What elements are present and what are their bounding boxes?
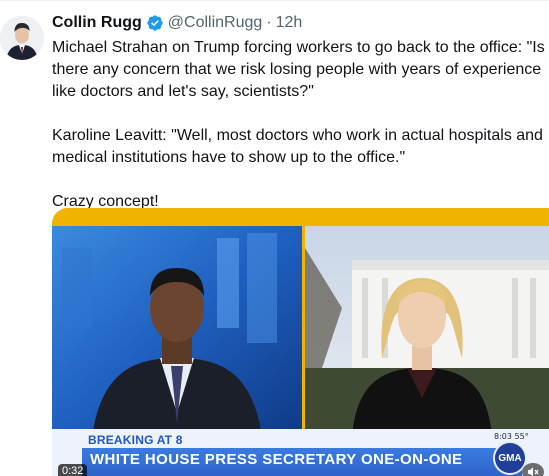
mute-icon[interactable]: [522, 463, 544, 476]
divider: [0, 0, 549, 1]
lower-third: BREAKING AT 8 8:03 55° WHITE HOUSE PRESS…: [52, 429, 549, 476]
display-name[interactable]: Collin Rugg: [52, 14, 142, 32]
avatar[interactable]: [0, 16, 44, 60]
tweet-paragraph-1: Michael Strahan on Trump forcing workers…: [52, 39, 545, 100]
video-player[interactable]: BREAKING AT 8 8:03 55° WHITE HOUSE PRESS…: [52, 208, 549, 476]
handle[interactable]: @CollinRugg: [168, 14, 263, 32]
verified-badge-icon: [146, 14, 164, 32]
tweet-paragraph-2: Karoline Leavitt: "Well, most doctors wh…: [52, 127, 543, 166]
chyron-text: WHITE HOUSE PRESS SECRETARY ONE-ON-ONE: [90, 451, 463, 468]
tweet-header: Collin Rugg @CollinRugg · 12h: [52, 12, 302, 34]
clock-readout: 8:03 55°: [494, 432, 529, 441]
tweet[interactable]: Collin Rugg @CollinRugg · 12h Michael St…: [0, 0, 549, 476]
timestamp[interactable]: 12h: [276, 14, 303, 32]
breaking-label: BREAKING AT 8: [88, 433, 183, 447]
video-duration: 0:32: [58, 464, 88, 476]
tweet-text: Michael Strahan on Trump forcing workers…: [52, 37, 547, 213]
separator-dot: ·: [266, 14, 272, 31]
